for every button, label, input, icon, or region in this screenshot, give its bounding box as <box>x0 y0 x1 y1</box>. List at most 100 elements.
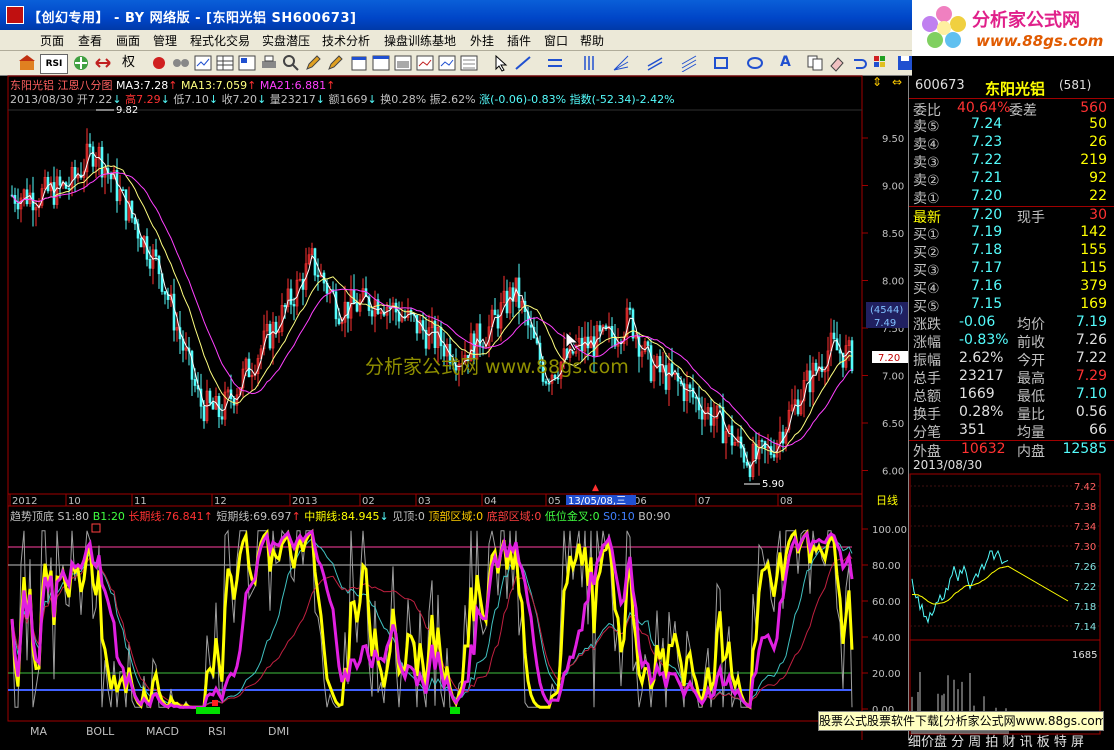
candle-body <box>352 289 356 304</box>
sell-row: 卖④ 7.23 26 <box>909 134 1114 153</box>
candle-body <box>688 384 692 389</box>
stat-row: 换手 0.28% 量比 0.56 <box>909 404 1114 423</box>
buy-volume: 115 <box>1080 260 1107 276</box>
candle-body <box>796 399 800 415</box>
sell-label: 卖⑤ <box>913 119 940 135</box>
price-tick-label: 6.50 <box>882 419 904 430</box>
buy-price: 7.17 <box>971 260 1003 276</box>
info-amplitude: 振2.62% <box>429 93 476 106</box>
info-low: 低7.10 <box>173 93 209 106</box>
sell-volume: 92 <box>1089 170 1107 186</box>
banner-url[interactable]: www.88gs.com <box>976 32 1103 50</box>
candle-body <box>58 176 62 186</box>
indicator-tick-label: 100.00 <box>872 525 907 536</box>
buy-label: 买② <box>913 245 940 261</box>
buy-volume: 155 <box>1080 242 1107 258</box>
price-tick-label: 9.50 <box>882 134 904 145</box>
candle-body <box>517 277 521 308</box>
buy-row: 买① 7.19 142 <box>909 224 1114 243</box>
stat-row: 总手 23217 最高 7.29 <box>909 368 1114 387</box>
download-notice[interactable]: 股票公式股票软件下载[分析家公式网www.88gs.com] <box>818 711 1104 731</box>
stat-label: 分笔 <box>913 425 941 441</box>
stat-value: 7.26 <box>1075 332 1107 348</box>
event-marker-icon[interactable]: ▲ <box>592 483 599 493</box>
buy-row: 买④ 7.16 379 <box>909 278 1114 297</box>
candle-body <box>832 332 836 340</box>
info-change: 涨(-0.06)-0.83% <box>479 93 567 106</box>
stat-row: 分笔 351 均量 66 <box>909 422 1114 441</box>
stat-value: -0.83% <box>959 332 1009 348</box>
candle-body <box>700 409 704 420</box>
indicator-bottomzone: 底部区域:0 <box>486 510 542 523</box>
candle-body <box>442 345 446 357</box>
buy-label: 买① <box>913 227 940 243</box>
stat-value: 23217 <box>959 368 1004 384</box>
diff-value: 560 <box>1080 100 1107 116</box>
candle-body <box>760 440 764 442</box>
indicator-tick-label: 80.00 <box>872 561 901 572</box>
sell-label: 卖③ <box>913 155 940 171</box>
intraday-chart[interactable]: 7.42 7.38 7.34 7.30 7.26 7.22 7.18 7.14 1685 <box>908 472 1114 740</box>
kline-chart[interactable]: 9.509.008.508.007.507.006.506.00 100.008… <box>0 0 912 749</box>
candle-body <box>193 379 197 386</box>
sell-row: 卖⑤ 7.24 50 <box>909 116 1114 135</box>
candle-body <box>211 402 215 410</box>
sell-price: 7.24 <box>971 116 1003 132</box>
cursor-price: 7.49 <box>874 318 896 329</box>
stat-label: 前收 <box>1017 335 1045 351</box>
bottom-signal-marker <box>450 707 460 714</box>
stat-label: 涨幅 <box>913 335 941 351</box>
candle-body <box>493 309 497 316</box>
candle-body <box>721 406 725 444</box>
indicator-topzone: 顶部区域:0 <box>428 510 484 523</box>
latest-price: 7.20 <box>971 207 1003 223</box>
tab-ma[interactable]: MA <box>30 725 47 738</box>
intraday-axis-label: 7.42 <box>1074 482 1096 493</box>
buy-row: 买⑤ 7.15 169 <box>909 296 1114 315</box>
candle-body <box>268 323 272 349</box>
indicator-top: 见顶:0 <box>392 510 425 523</box>
sell-price: 7.22 <box>971 152 1003 168</box>
stat-value: 7.19 <box>1075 314 1107 330</box>
buy-row: 买③ 7.17 115 <box>909 260 1114 279</box>
sell-price: 7.20 <box>971 188 1003 204</box>
intraday-axis-label: 7.18 <box>1074 602 1096 613</box>
buy-price: 7.19 <box>971 224 1003 240</box>
stock-code: 600673 <box>915 78 965 93</box>
price-tick-label: 9.00 <box>882 182 904 193</box>
candle-body <box>772 454 776 458</box>
buy-label: 买⑤ <box>913 299 940 315</box>
inner-label: 内盘 <box>1017 444 1045 460</box>
quote-header: 600673 东阳光铝 (581) <box>909 78 1114 99</box>
sell-price: 7.23 <box>971 134 1003 150</box>
date-cursor: 13/05/08,三 <box>568 496 626 507</box>
price-tick-label: 6.00 <box>882 467 904 478</box>
price-tick-label: 8.50 <box>882 229 904 240</box>
expand-arrow-icon[interactable]: ⇕ <box>872 75 882 89</box>
info-date: 2013/08/30 <box>10 93 74 106</box>
banner-title: 分析家公式网 <box>972 10 1080 31</box>
indicator-axis: 100.0080.0060.0040.0020.000.00 <box>862 525 907 716</box>
hand-value: 30 <box>1089 207 1107 223</box>
tab-macd[interactable]: MACD <box>146 725 179 738</box>
latest-row: 最新 7.20 现手 30 <box>909 206 1114 226</box>
indicator-tick-label: 20.00 <box>872 669 901 680</box>
buy-price: 7.18 <box>971 242 1003 258</box>
outer-inner-row: 外盘 10632 内盘 12585 <box>909 440 1114 460</box>
settings-arrow-icon[interactable]: ⇔ <box>892 75 902 89</box>
candle-body <box>154 249 158 257</box>
tab-dmi[interactable]: DMI <box>268 725 289 738</box>
candle-body <box>208 390 212 404</box>
tab-rsi[interactable]: RSI <box>208 725 226 738</box>
date-label: 05 <box>548 496 561 507</box>
intraday-date: 2013/08/30 <box>913 458 983 472</box>
tab-boll[interactable]: BOLL <box>86 725 114 738</box>
bottom-function-strip[interactable]: 细价盘 分 周 拍 财 讯 板 特 屏 <box>908 731 1114 750</box>
period-label[interactable]: 日线 <box>876 493 898 507</box>
date-label: 04 <box>484 496 497 507</box>
indicator-tick-label: 60.00 <box>872 597 901 608</box>
candle-body <box>355 303 359 312</box>
intraday-axis-label: 7.34 <box>1074 522 1096 533</box>
quote-stock-name: 东阳光铝 <box>985 80 1046 98</box>
info-high: 高7.29 <box>125 93 161 106</box>
